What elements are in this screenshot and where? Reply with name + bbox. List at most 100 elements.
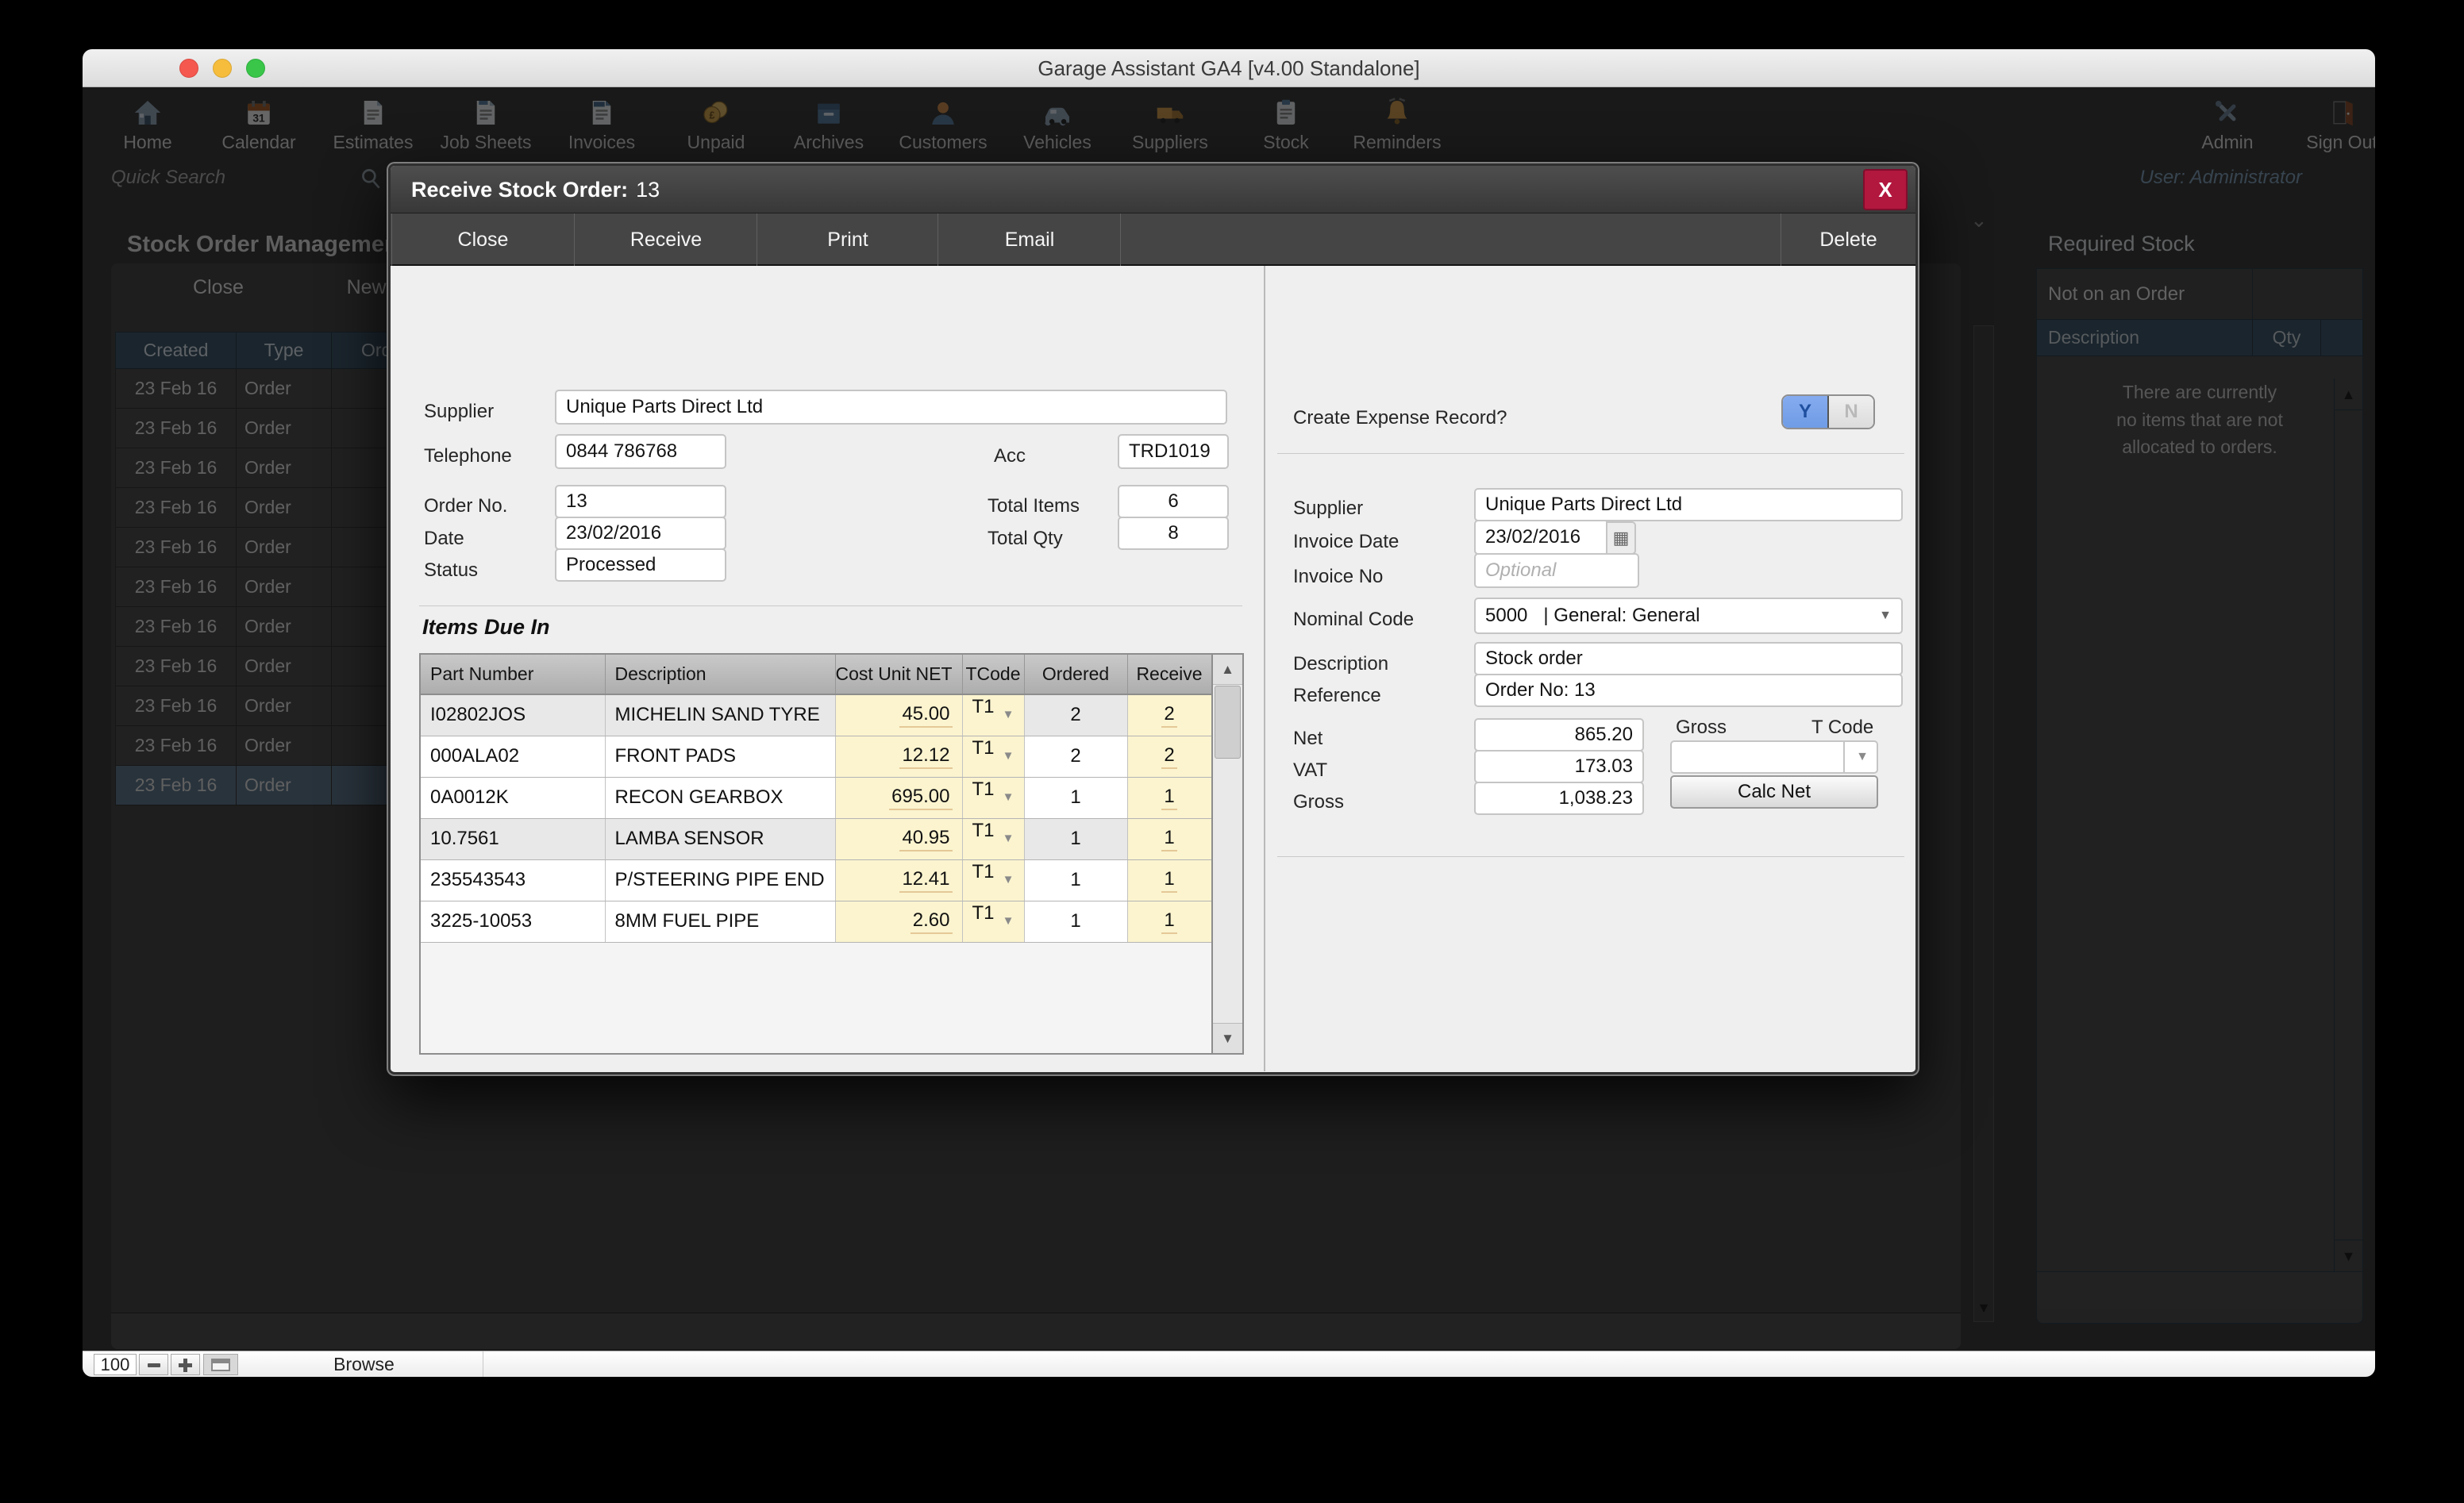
- order-no-field[interactable]: 13: [555, 485, 726, 518]
- receive-field[interactable]: 1: [1127, 901, 1211, 942]
- tcode-select[interactable]: T1▼: [962, 901, 1024, 942]
- tcode-select[interactable]: T1▼: [962, 694, 1024, 736]
- item-row: I02802JOS MICHELIN SAND TYRE 45.00 T1▼ 2…: [421, 694, 1211, 736]
- pane-divider: [1264, 266, 1265, 1071]
- status-label: Status: [424, 559, 478, 582]
- plus-icon: [179, 1359, 192, 1372]
- total-qty-field: 8: [1118, 517, 1229, 550]
- acc-label: Acc: [994, 445, 1026, 467]
- col-receive[interactable]: Receive: [1127, 655, 1211, 694]
- dialog-toolbar: Close Receive Print Email Delete: [391, 213, 1915, 266]
- exp-supplier-label: Supplier: [1293, 498, 1363, 520]
- invoice-no-label: Invoice No: [1293, 566, 1383, 588]
- dialog-close-x-button[interactable]: X: [1863, 169, 1908, 210]
- tcode-select[interactable]: T1▼: [962, 859, 1024, 901]
- cost-field[interactable]: 40.95: [835, 818, 962, 859]
- telephone-field[interactable]: 0844 786768: [555, 434, 726, 469]
- toggle-yes[interactable]: Y: [1783, 396, 1829, 428]
- email-button[interactable]: Email: [939, 213, 1121, 266]
- invoice-no-field[interactable]: Optional: [1474, 553, 1639, 588]
- col-ordered[interactable]: Ordered: [1024, 655, 1127, 694]
- minus-icon: [148, 1363, 160, 1367]
- status-bar: 100 Browse: [83, 1351, 2375, 1377]
- item-row: 10.7561 LAMBA SENSOR 40.95 T1▼ 1 1: [421, 818, 1211, 859]
- item-row: 3225-10053 8MM FUEL PIPE 2.60 T1▼ 1 1: [421, 901, 1211, 942]
- reference-field[interactable]: Order No: 13: [1474, 674, 1903, 707]
- tcode-entry-label: T Code: [1811, 717, 1873, 739]
- divider: [1277, 856, 1904, 857]
- acc-field[interactable]: TRD1019: [1118, 434, 1229, 469]
- receive-field[interactable]: 2: [1127, 694, 1211, 736]
- close-button[interactable]: Close: [391, 213, 575, 266]
- receive-field[interactable]: 2: [1127, 736, 1211, 777]
- items-scrollbar[interactable]: ▲ ▼: [1211, 655, 1242, 1053]
- col-tcode[interactable]: TCode: [962, 655, 1024, 694]
- cost-field[interactable]: 695.00: [835, 777, 962, 818]
- supplier-label: Supplier: [424, 401, 494, 423]
- exp-supplier-field[interactable]: Unique Parts Direct Ltd: [1474, 488, 1903, 521]
- zoom-in-button[interactable]: [171, 1354, 200, 1375]
- date-label: Date: [424, 528, 464, 550]
- item-row: 000ALA02 FRONT PADS 12.12 T1▼ 2 2: [421, 736, 1211, 777]
- nominal-code-select[interactable]: 5000 | General: General ▼: [1474, 598, 1903, 634]
- tcode-entry-select[interactable]: ▼: [1843, 740, 1878, 774]
- exp-description-field[interactable]: Stock order: [1474, 642, 1903, 675]
- net-label: Net: [1293, 728, 1322, 750]
- zoom-out-button[interactable]: [139, 1354, 168, 1375]
- scroll-up-icon[interactable]: ▲: [1213, 655, 1242, 685]
- total-items-field: 6: [1118, 485, 1229, 518]
- cost-field[interactable]: 2.60: [835, 901, 962, 942]
- supplier-field[interactable]: Unique Parts Direct Ltd: [555, 390, 1227, 425]
- receive-field[interactable]: 1: [1127, 859, 1211, 901]
- receive-field[interactable]: 1: [1127, 777, 1211, 818]
- calendar-picker-icon[interactable]: ▦: [1606, 521, 1636, 555]
- vat-field[interactable]: 173.03: [1474, 750, 1644, 783]
- mode-selector[interactable]: Browse: [245, 1351, 483, 1377]
- vat-label: VAT: [1293, 759, 1327, 782]
- tcode-select[interactable]: T1▼: [962, 818, 1024, 859]
- print-button[interactable]: Print: [758, 213, 938, 266]
- layout-view-button[interactable]: [203, 1354, 238, 1375]
- window-title: Garage Assistant GA4 [v4.00 Standalone]: [83, 49, 2375, 87]
- receive-field[interactable]: 1: [1127, 818, 1211, 859]
- gross-entry-field[interactable]: [1670, 740, 1846, 774]
- cost-field[interactable]: 12.41: [835, 859, 962, 901]
- tcode-select[interactable]: T1▼: [962, 777, 1024, 818]
- chevron-down-icon: ▼: [1003, 737, 1014, 775]
- receive-stock-order-dialog: Receive Stock Order:13 X Close Receive P…: [388, 163, 1918, 1074]
- dialog-body: Supplier Unique Parts Direct Ltd Telepho…: [391, 266, 1915, 1071]
- cost-field[interactable]: 45.00: [835, 694, 962, 736]
- status-field[interactable]: Processed: [555, 548, 726, 582]
- items-table: Part Number Description Cost Unit NET TC…: [419, 653, 1244, 1055]
- tcode-select[interactable]: T1▼: [962, 736, 1024, 777]
- zoom-level-field[interactable]: 100: [94, 1354, 137, 1375]
- col-cost-unit-net[interactable]: Cost Unit NET: [835, 655, 962, 694]
- scrollbar-thumb[interactable]: [1215, 686, 1241, 759]
- delete-button[interactable]: Delete: [1781, 213, 1915, 266]
- chevron-down-icon: ▼: [1003, 861, 1014, 899]
- scroll-down-icon[interactable]: ▼: [1213, 1023, 1242, 1053]
- item-row: 0A0012K RECON GEARBOX 695.00 T1▼ 1 1: [421, 777, 1211, 818]
- chevron-down-icon: ▼: [1856, 750, 1869, 764]
- layout-icon: [211, 1359, 230, 1371]
- chevron-down-icon: ▼: [1003, 696, 1014, 734]
- col-description[interactable]: Description: [605, 655, 835, 694]
- exp-description-label: Description: [1293, 653, 1388, 675]
- col-part-number[interactable]: Part Number: [421, 655, 605, 694]
- telephone-label: Telephone: [424, 445, 512, 467]
- calc-net-button[interactable]: Calc Net: [1670, 775, 1878, 809]
- items-header-row: Part Number Description Cost Unit NET TC…: [421, 655, 1211, 694]
- divider: [1277, 453, 1904, 454]
- cost-field[interactable]: 12.12: [835, 736, 962, 777]
- screen: Garage Assistant GA4 [v4.00 Standalone] …: [0, 0, 2464, 1503]
- divider: [419, 605, 1242, 606]
- toggle-no[interactable]: N: [1829, 396, 1873, 428]
- create-expense-toggle[interactable]: Y N: [1781, 394, 1875, 429]
- invoice-date-field[interactable]: 23/02/2016: [1474, 520, 1609, 555]
- chevron-down-icon: ▼: [1003, 778, 1014, 817]
- net-field[interactable]: 865.20: [1474, 718, 1644, 752]
- receive-button[interactable]: Receive: [576, 213, 757, 266]
- gross-field[interactable]: 1,038.23: [1474, 782, 1644, 815]
- chevron-down-icon: ▼: [1003, 902, 1014, 940]
- date-field[interactable]: 23/02/2016: [555, 517, 726, 550]
